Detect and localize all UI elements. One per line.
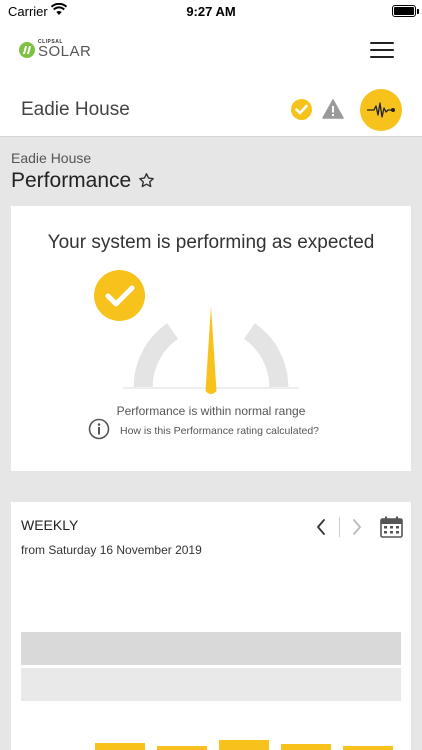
ok-status-icon[interactable]: [291, 99, 312, 120]
weekly-bar[interactable]: [281, 743, 331, 750]
performance-status-text: Performance is within normal range: [116, 404, 306, 418]
page-title: Performance: [11, 169, 132, 192]
logo-mark-icon: [19, 41, 35, 58]
performance-gauge: [123, 306, 299, 394]
favorite-star-icon[interactable]: [138, 172, 155, 189]
weekly-bar[interactable]: [343, 745, 393, 750]
site-name: Eadie House: [21, 99, 130, 120]
status-bar: Carrier 9:27 AM: [0, 0, 422, 24]
live-monitor-button[interactable]: [360, 89, 402, 131]
app-header: CLIPSAL SOLAR: [0, 24, 422, 80]
breadcrumb[interactable]: Eadie House: [11, 150, 91, 166]
clock: 9:27 AM: [186, 4, 236, 19]
weekly-bar[interactable]: [219, 740, 269, 750]
battery-icon: [392, 5, 419, 17]
site-bar: Eadie House: [0, 80, 422, 137]
logo-big-text: SOLAR: [38, 43, 92, 60]
hamburger-menu-icon[interactable]: [370, 42, 394, 60]
gauge-needle: [205, 306, 217, 394]
weekly-bar[interactable]: [157, 745, 207, 750]
info-icon[interactable]: [88, 418, 110, 440]
warning-icon[interactable]: [322, 99, 344, 119]
pulse-icon: [367, 102, 395, 118]
performance-card: Your system is performing as expected Pe…: [11, 206, 411, 471]
performance-info-link[interactable]: How is this Performance rating calculate…: [120, 425, 319, 437]
weekly-bars: [11, 502, 411, 750]
clipsal-solar-logo[interactable]: CLIPSAL SOLAR: [19, 40, 91, 59]
weekly-bar[interactable]: [95, 743, 145, 750]
performance-headline: Your system is performing as expected: [47, 232, 375, 253]
weekly-card: WEEKLY from Saturday 16 November 2019: [11, 502, 411, 750]
